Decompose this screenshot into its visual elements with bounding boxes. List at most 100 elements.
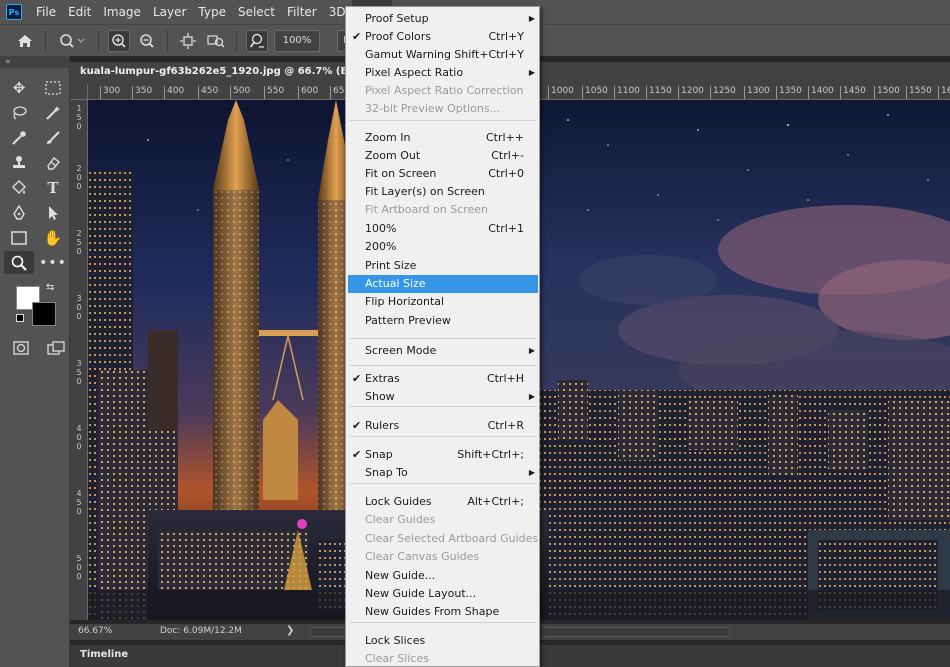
menu-item-shortcut: Ctrl+Y: [488, 30, 524, 43]
ruler-tick-label: 300: [100, 86, 120, 99]
eraser-icon: [47, 156, 61, 170]
home-button[interactable]: [14, 30, 36, 52]
view-menu-item-new-guides-from-shape[interactable]: New Guides From Shape: [348, 603, 538, 621]
menu-item-shortcut: Shift+Ctrl+Y: [454, 48, 524, 61]
view-menu-item-new-guide[interactable]: New Guide...: [348, 567, 538, 585]
view-menu-item-show[interactable]: Show ▶: [348, 388, 538, 406]
view-menu-item-pixel-aspect-ratio[interactable]: Pixel Aspect Ratio ▶: [348, 64, 538, 82]
swap-colors-icon[interactable]: ⇆: [46, 282, 54, 293]
more-tools-button[interactable]: •••: [38, 251, 68, 274]
submenu-arrow-icon: ▶: [528, 392, 535, 401]
view-menu-item-print-size[interactable]: Print Size: [348, 257, 538, 275]
zoom-all-windows-icon: [207, 34, 225, 48]
move-tool[interactable]: ✥: [4, 76, 34, 99]
zoom-all-windows-button[interactable]: [205, 30, 227, 52]
scrubby-zoom-button[interactable]: [246, 29, 268, 52]
resize-windows-button[interactable]: [177, 30, 199, 52]
checkmark-icon: ✔: [352, 448, 362, 461]
ruler-origin[interactable]: [70, 84, 88, 100]
ruler-tick-label: 1000: [548, 86, 574, 99]
menu-separator: [350, 365, 536, 366]
screen-mode-button[interactable]: [43, 336, 70, 359]
view-menu-item-lock-guides[interactable]: Lock Guides Alt+Ctrl+;: [348, 493, 538, 511]
options-separator: [167, 29, 168, 52]
path-selection-tool[interactable]: [38, 201, 68, 224]
view-menu-item-new-guide-layout[interactable]: New Guide Layout...: [348, 585, 538, 603]
paint-bucket-tool[interactable]: [4, 176, 34, 199]
menu-filter[interactable]: Filter: [281, 0, 323, 24]
view-menu-item-zoom-in[interactable]: Zoom In Ctrl++: [348, 129, 538, 147]
type-tool[interactable]: T: [38, 176, 68, 199]
lasso-tool[interactable]: [4, 101, 34, 124]
menu-item-shortcut: Ctrl+H: [486, 372, 524, 385]
view-menu-item-screen-mode[interactable]: Screen Mode ▶: [348, 342, 538, 360]
view-menu-item-zoom-out[interactable]: Zoom Out Ctrl+-: [348, 147, 538, 165]
zoom-in-button[interactable]: [108, 29, 130, 52]
tools-grid: ✥ T ✋ •••: [0, 68, 69, 274]
zoom-out-button[interactable]: [136, 30, 158, 52]
view-menu-item-pattern-preview[interactable]: Pattern Preview: [348, 312, 538, 330]
quick-mask-button[interactable]: [8, 336, 35, 359]
view-menu-item-snap-to[interactable]: Snap To ▶: [348, 464, 538, 482]
ruler-tick-digit: 0: [76, 442, 82, 451]
options-separator: [98, 29, 99, 52]
view-menu-item-200[interactable]: 200%: [348, 238, 538, 256]
menu-image[interactable]: Image: [97, 0, 147, 24]
submenu-arrow-icon: ▶: [528, 468, 535, 477]
status-menu-arrow[interactable]: ❯: [286, 625, 294, 636]
menu-edit[interactable]: Edit: [62, 0, 97, 24]
view-menu-item-snap[interactable]: ✔ Snap Shift+Ctrl+;: [348, 446, 538, 464]
menu-item-label: New Guide Layout...: [365, 587, 477, 600]
marquee-tool[interactable]: [38, 76, 68, 99]
ruler-tick-digit: 0: [76, 377, 82, 386]
view-menu-item-lock-slices[interactable]: Lock Slices: [348, 632, 538, 650]
menu-item-shortcut: Ctrl+0: [488, 167, 524, 180]
menu-file[interactable]: File: [30, 0, 62, 24]
view-menu-item-flip-horizontal[interactable]: Flip Horizontal: [348, 293, 538, 311]
rectangle-tool[interactable]: [4, 226, 34, 249]
default-colors-icon[interactable]: [16, 314, 24, 322]
view-menu-item-extras[interactable]: ✔ Extras Ctrl+H: [348, 370, 538, 388]
magic-wand-icon: [46, 105, 60, 120]
move-icon: ✥: [12, 78, 26, 97]
checkmark-icon: ✔: [352, 419, 362, 432]
hand-tool[interactable]: ✋: [38, 226, 68, 249]
view-menu-item-gamut-warning[interactable]: Gamut Warning Shift+Ctrl+Y: [348, 46, 538, 64]
zoom-tool[interactable]: [4, 251, 34, 274]
timeline-tab[interactable]: Timeline: [80, 649, 128, 660]
ruler-tick-digit: 4: [76, 424, 82, 433]
view-menu-item-rulers[interactable]: ✔ Rulers Ctrl+R: [348, 417, 538, 435]
document-tab-title: kuala-lumpur-gf63b262e5_1920.jpg @ 66.7%…: [80, 66, 380, 77]
eraser-tool[interactable]: [38, 151, 68, 174]
view-menu-item-proof-colors[interactable]: ✔ Proof Colors Ctrl+Y: [348, 28, 538, 46]
view-menu-item-proof-setup[interactable]: Proof Setup ▶: [348, 10, 538, 28]
menu-select[interactable]: Select: [232, 0, 281, 24]
ruler-tick-digit: 5: [76, 554, 82, 563]
view-menu-item-fit-on-screen[interactable]: Fit on Screen Ctrl+0: [348, 165, 538, 183]
ruler-tick-label: 1400: [808, 86, 834, 99]
view-menu-item-fit-layer-s-on-screen[interactable]: Fit Layer(s) on Screen: [348, 183, 538, 201]
zoom-tool-preset-button[interactable]: [55, 30, 89, 52]
menu-type[interactable]: Type: [192, 0, 232, 24]
zoom-percent-field[interactable]: 100%: [274, 29, 320, 52]
more-icon: •••: [39, 254, 67, 271]
vertical-ruler[interactable]: 150200250300350400450500: [70, 100, 88, 620]
menu-layer[interactable]: Layer: [147, 0, 192, 24]
ruler-tick-label: 1050: [582, 86, 608, 99]
zoom-in-icon: [112, 33, 126, 48]
paint-bucket-icon: [12, 179, 26, 194]
stamp-tool[interactable]: [4, 151, 34, 174]
menu-item-label: Pixel Aspect Ratio Correction: [365, 84, 524, 97]
menu-item-shortcut: Ctrl++: [485, 131, 524, 144]
status-zoom-value[interactable]: 66.67%: [78, 626, 112, 636]
arrow-cursor-icon: [49, 205, 58, 220]
brush-tool[interactable]: [38, 126, 68, 149]
view-menu-item-actual-size[interactable]: Actual Size: [348, 275, 538, 293]
menu-item-label: Extras: [365, 372, 400, 385]
eyedropper-tool[interactable]: [4, 126, 34, 149]
pen-tool[interactable]: [4, 201, 34, 224]
view-menu-item-100[interactable]: 100% Ctrl+1: [348, 220, 538, 238]
tools-collapse-grip[interactable]: «: [0, 56, 69, 68]
magic-wand-tool[interactable]: [38, 101, 68, 124]
background-color-swatch[interactable]: [32, 302, 56, 326]
